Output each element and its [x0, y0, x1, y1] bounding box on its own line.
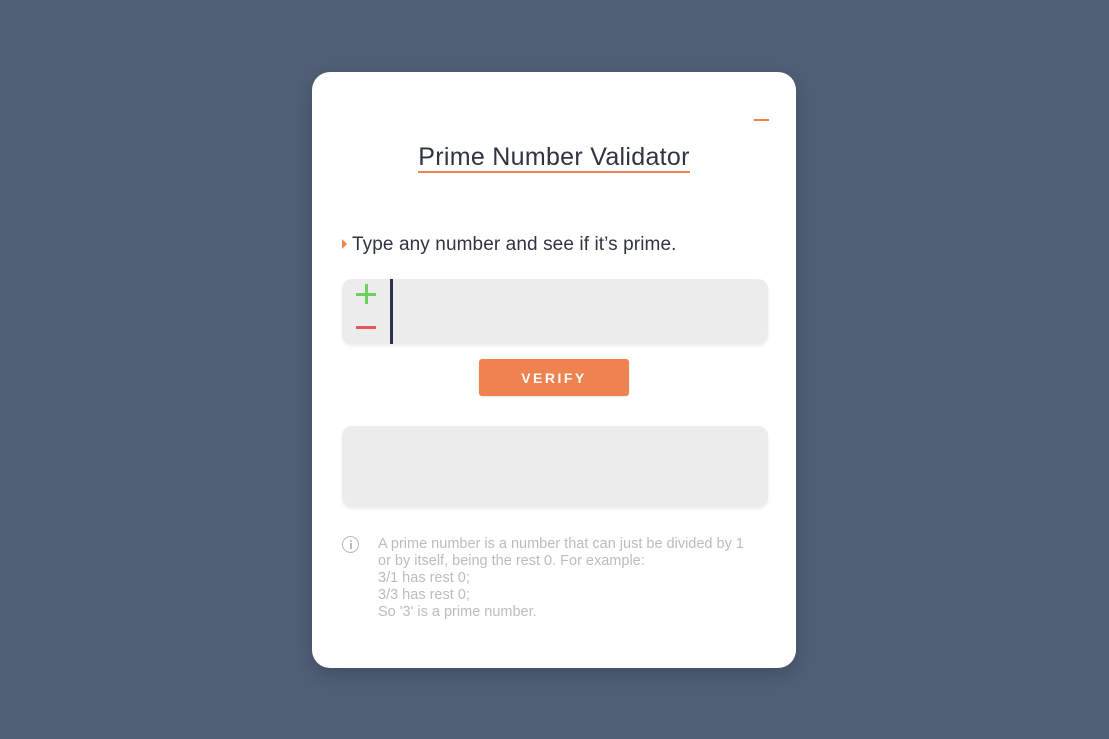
number-input-group: [342, 279, 768, 344]
verify-button[interactable]: VERIFY: [479, 359, 629, 396]
prompt: Type any number and see if it’s prime.: [342, 234, 677, 256]
prompt-label: Type any number and see if it’s prime.: [352, 234, 677, 255]
info-line: 3/3 has rest 0;: [378, 587, 470, 603]
increment-button[interactable]: [356, 284, 376, 304]
result-box: [342, 426, 768, 507]
header: Prime Number Validator: [312, 144, 796, 173]
validator-card: Prime Number Validator Type any number a…: [312, 72, 796, 668]
info-line: 3/1 has rest 0;: [378, 570, 470, 586]
info-icon: [342, 536, 359, 553]
minimize-icon: [753, 119, 769, 121]
info-text: A prime number is a number that can just…: [378, 536, 758, 621]
page-title: Prime Number Validator: [418, 143, 690, 173]
info-line: So '3' is a prime number.: [378, 604, 537, 620]
info-line: or by itself, being the rest 0. For exam…: [378, 553, 645, 569]
number-input[interactable]: [394, 279, 764, 344]
caret-right-icon: [342, 239, 347, 249]
decrement-button[interactable]: [356, 318, 376, 338]
info-line: A prime number is a number that can just…: [378, 536, 744, 552]
quantity-stepper: [342, 279, 390, 344]
minimize-button[interactable]: [748, 110, 774, 130]
text-cursor: [390, 279, 393, 344]
